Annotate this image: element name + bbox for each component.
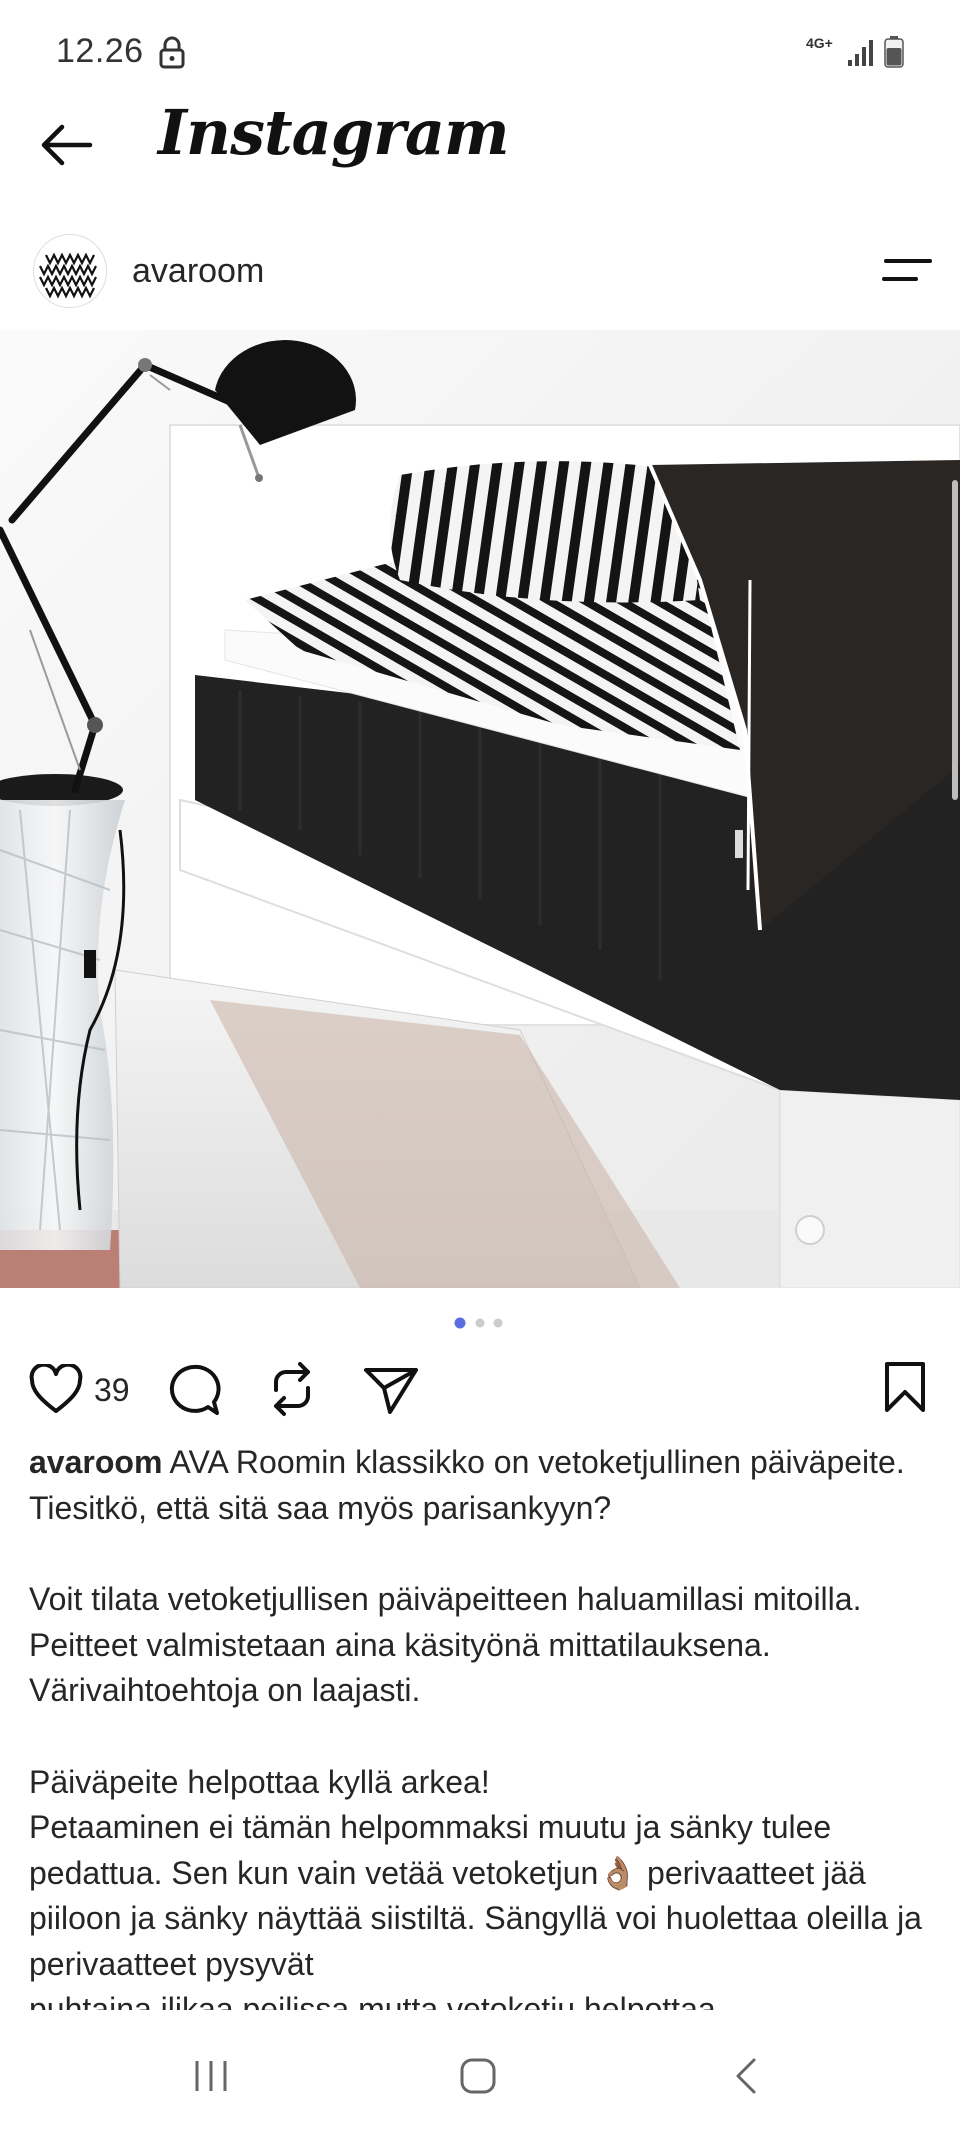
caption-paragraph: avaroom AVA Roomin klassikko on vetoketj…: [29, 1440, 934, 1531]
post-image[interactable]: [0, 330, 960, 1288]
avaroom-logo-icon: [39, 252, 97, 299]
bookmark-icon[interactable]: [882, 1360, 928, 1414]
bed-photo: [0, 330, 960, 1288]
caption-paragraph: Voit tilata vetoketjullisen päiväpeittee…: [29, 1581, 862, 1708]
post-actions: [0, 1350, 960, 1430]
carousel-dot: [493, 1318, 503, 1328]
app-title: Instagram: [158, 96, 510, 169]
status-time: 12.26: [56, 32, 144, 70]
carousel-dot: [475, 1318, 485, 1328]
carousel-indicator: [454, 1317, 503, 1329]
status-bar: 12.26 4G+: [0, 0, 960, 104]
share-icon[interactable]: [362, 1364, 420, 1416]
network-type-label: 4G+: [806, 35, 833, 51]
recents-icon[interactable]: [192, 2058, 230, 2094]
back-arrow-icon[interactable]: [36, 120, 94, 170]
avatar[interactable]: [33, 234, 107, 308]
caption-username[interactable]: avaroom: [29, 1444, 162, 1480]
hamburger-menu-icon[interactable]: [880, 254, 934, 286]
battery-icon: [884, 36, 904, 68]
home-icon[interactable]: [458, 2056, 498, 2096]
heart-icon[interactable]: [28, 1364, 84, 1416]
caption-paragraph: Päiväpeite helpottaa kyllä arkea!: [29, 1763, 490, 1800]
carousel-dot-active: [454, 1317, 466, 1329]
post-caption: avaroom AVA Roomin klassikko on vetoketj…: [29, 1440, 934, 2010]
signal-icon: [848, 40, 873, 66]
caption-paragraph-cut: puhtaina ilikaa peilissa mutta vetoketju…: [29, 1991, 716, 2010]
comment-icon[interactable]: [164, 1362, 222, 1418]
back-icon[interactable]: [732, 2056, 760, 2096]
post-username[interactable]: avaroom: [132, 252, 264, 291]
lock-icon: [159, 36, 185, 69]
caption-paragraph: Petaaminen ei tämän helpommaksi muutu ja…: [29, 1809, 922, 1982]
like-count[interactable]: 39: [94, 1372, 130, 1409]
repost-icon[interactable]: [264, 1360, 320, 1418]
